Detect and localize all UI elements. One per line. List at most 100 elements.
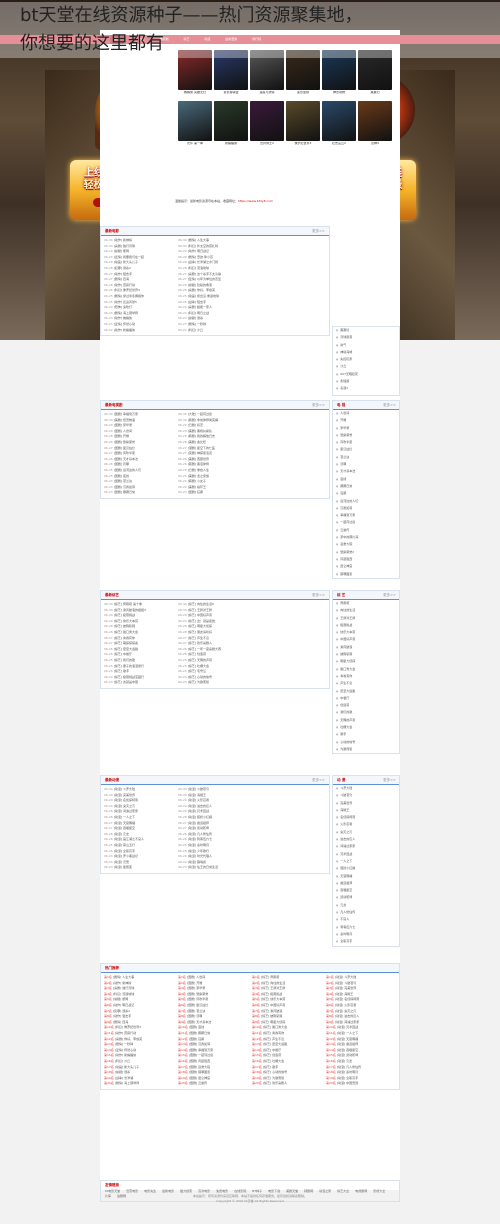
list-item-title[interactable]: [综艺] 密室大逃脱 <box>263 1042 287 1046</box>
list-item-title[interactable]: [国剧] 狂飙 <box>188 490 203 494</box>
sidebar-item[interactable]: 极限挑战 <box>333 622 399 629</box>
list-item-title[interactable]: [国剧] 苍兰诀 <box>187 1009 205 1013</box>
list-item-title[interactable]: [综艺] 一年一度喜剧大赛 <box>188 647 221 651</box>
list-item-title[interactable]: [综艺] 创造营 <box>263 1053 281 1057</box>
list-item-title[interactable]: [综艺] 脱口秀大会 <box>114 630 138 634</box>
sidebar-item[interactable]: 刺客伍六七 <box>333 924 399 931</box>
list-item-title[interactable]: [综艺] 欢乐喜剧人 <box>188 641 212 645</box>
list-item[interactable]: 第20名[综艺] 欢乐喜剧人 <box>252 1081 324 1087</box>
more-link[interactable]: 更多>> <box>312 776 325 785</box>
list-item-title[interactable]: [综艺] 萌探探探案 <box>114 641 138 645</box>
sidebar-item[interactable]: 永恒族 <box>333 378 399 385</box>
list-item-title[interactable]: [动漫] 武动乾坤 <box>188 826 209 830</box>
sidebar-item[interactable]: 卿卿日常 <box>333 483 399 490</box>
movie-title[interactable]: 黑寡妇 <box>358 91 392 95</box>
list-item-title[interactable]: [动漫] 画江湖之不良人 <box>114 837 144 841</box>
list-item-title[interactable]: [悬疑] 隐秘的角落 <box>188 283 212 287</box>
sidebar-item[interactable]: 风起陇西 <box>333 556 399 563</box>
list-item[interactable]: 06-23[国剧] 卿卿日常 <box>104 490 176 496</box>
movie-card[interactable]: 奇异博士2 <box>250 101 284 146</box>
list-item-title[interactable]: [动漫] 斗破苍穹 <box>188 787 209 791</box>
list-item-title[interactable]: [综艺] 为歌而赞 <box>263 1076 284 1080</box>
sidebar-item[interactable]: 魔道祖师 <box>333 880 399 887</box>
list-item-title[interactable]: [综艺] 这！就是街舞 <box>188 619 215 623</box>
list-item-title[interactable]: [动漫] 吞噬星空 <box>337 1048 358 1052</box>
list-item-title[interactable]: [英剧] 神探夏洛克 <box>188 451 212 455</box>
sidebar-item[interactable]: 沙丘 <box>333 363 399 370</box>
list-item-title[interactable]: [国剧] 底线 <box>189 1025 204 1029</box>
sidebar-item[interactable]: 县委大院 <box>333 541 399 548</box>
sidebar-item[interactable]: 明星大侦探 <box>333 658 399 665</box>
movie-poster[interactable] <box>322 101 356 141</box>
list-item-title[interactable]: [国剧] 罚罪 <box>114 462 129 466</box>
list-item-title[interactable]: [动漫] 一人之下 <box>114 815 135 819</box>
list-item-title[interactable]: [动漫] 秦时明月 <box>188 843 209 847</box>
list-item-title[interactable]: [动作] 反贪风暴5 <box>114 300 137 304</box>
list-item-title[interactable]: [综艺] 中国好声音 <box>261 1003 285 1007</box>
movie-poster[interactable] <box>214 101 248 141</box>
list-item-title[interactable]: [动漫] 进击的巨人 <box>188 804 212 808</box>
list-item-title[interactable]: [国剧] 星汉灿烂 <box>187 1003 208 1007</box>
list-item-title[interactable]: [综艺] 为歌而赞 <box>188 680 209 684</box>
list-item-title[interactable]: [韩剧] 黑话律师 <box>188 462 209 466</box>
sidebar-item[interactable]: 声生不息 <box>333 680 399 687</box>
list-item-title[interactable]: [剧情] 穿过寒冬拥抱你 <box>114 294 144 298</box>
movie-card[interactable]: 新蝙蝠侠 <box>214 101 248 146</box>
list-item-title[interactable]: [综艺] 这就是中国 <box>114 680 138 684</box>
sidebar-item[interactable]: 全职高手 <box>333 938 399 945</box>
list-item-title[interactable]: [综艺] 天赐的声音 <box>188 658 212 662</box>
movie-title[interactable]: 侏罗纪世界3 <box>286 142 320 146</box>
list-item-title[interactable]: [动漫] 海贼王 <box>335 992 353 996</box>
list-item-title[interactable]: [科幻] 侏罗纪世界3 <box>115 1025 141 1029</box>
sidebar-item[interactable]: 黑寡妇 <box>333 327 399 334</box>
list-item-title[interactable]: [喜剧] 你好，李焕英 <box>115 1037 142 1041</box>
sidebar-item[interactable]: 人世间 <box>333 410 399 417</box>
list-item-title[interactable]: [国剧] 梦华录 <box>114 423 132 427</box>
list-item-title[interactable]: [综艺] 向往的生活6 <box>188 602 214 606</box>
list-item-title[interactable]: [动漫] 名侦探柯南 <box>335 997 359 1001</box>
list-item-title[interactable]: [动漫] 火影忍者 <box>188 798 209 802</box>
sidebar-item[interactable]: 奔跑吧 <box>333 600 399 607</box>
list-item-title[interactable]: [剧情] 一秒钟 <box>115 1042 133 1046</box>
list-item-title[interactable]: [战争] 狙击手 <box>188 300 206 304</box>
list-item-title[interactable]: [动漫] 吞噬星空 <box>114 826 135 830</box>
list-item-title[interactable]: [动作] 蜘蛛侠 <box>114 316 132 320</box>
list-item-title[interactable]: [悬疑] 误杀 <box>188 316 203 320</box>
sidebar-item[interactable]: 天赐的声音 <box>333 717 399 724</box>
list-item[interactable]: 06-23[综艺] 为歌而赞 <box>178 680 250 686</box>
list-item-title[interactable]: [动漫] 武动乾坤 <box>337 1053 358 1057</box>
list-item-title[interactable]: [大陆] 一起同过窗 <box>188 412 212 416</box>
list-item-title[interactable]: [动漫] 咒术回战 <box>188 809 209 813</box>
list-item-title[interactable]: [综艺] 披荆斩棘 <box>261 1014 282 1018</box>
sidebar-item[interactable]: 一起同过窗 <box>333 519 399 526</box>
list-item-title[interactable]: [科幻] 外太空的莫扎特 <box>188 244 218 248</box>
list-item-title[interactable]: [动作] 狙击手 <box>113 1014 131 1018</box>
list-item-title[interactable]: [爱情] 以年为单位的恋爱 <box>188 277 221 281</box>
list-item-title[interactable]: [科幻] 侏罗纪世界3 <box>114 288 140 292</box>
list-item-title[interactable]: [综艺] 歌手 <box>114 669 129 673</box>
sidebar-item[interactable]: 云襄传 <box>333 527 399 534</box>
list-item-title[interactable]: [综艺] 中国好声音 <box>188 613 212 617</box>
sidebar-item[interactable]: 007无暇赴死 <box>333 371 399 378</box>
sidebar-item[interactable]: 月球陨落 <box>333 334 399 341</box>
list-item-title[interactable]: [国剧] 天才基本法 <box>114 457 138 461</box>
sidebar-item[interactable]: 王牌对王牌 <box>333 615 399 622</box>
list-item-title[interactable]: [综艺] 极限挑战 <box>114 613 135 617</box>
movie-title[interactable]: 变形金刚 <box>286 91 320 95</box>
list-item[interactable]: 06-22[动作] 新蝙蝠侠 <box>104 328 176 334</box>
list-item-title[interactable]: [动作] 明日战记 <box>113 1003 134 1007</box>
list-item-title[interactable]: [综艺] 明星大侦探 <box>261 1020 285 1024</box>
sidebar-item[interactable]: 幸福到万家 <box>333 512 399 519</box>
list-item-title[interactable]: [综艺] 心动的信号 <box>263 1070 287 1074</box>
list-item-title[interactable]: [剧情] 四海 <box>114 277 129 281</box>
list-item-title[interactable]: [剧情] 海上钢琴师 <box>114 311 138 315</box>
list-item-title[interactable]: [动漫] 间谍过家家 <box>335 1020 359 1024</box>
list-item-title[interactable]: [国剧] 天才基本法 <box>187 1020 211 1024</box>
list-item-title[interactable]: [综艺] 心动的信号 <box>188 675 212 679</box>
list-item-title[interactable]: [动漫] 咒术回战 <box>337 1025 358 1029</box>
sidebar-item[interactable]: 苍兰诀 <box>333 454 399 461</box>
sidebar-item[interactable]: 尚气 <box>333 342 399 349</box>
list-item-title[interactable]: [综艺] 脱口秀大会 <box>263 1025 287 1029</box>
list-item-title[interactable]: [剧情] 四海 <box>113 1020 128 1024</box>
list-item-title[interactable]: [综艺] 我们的歌 <box>114 658 135 662</box>
